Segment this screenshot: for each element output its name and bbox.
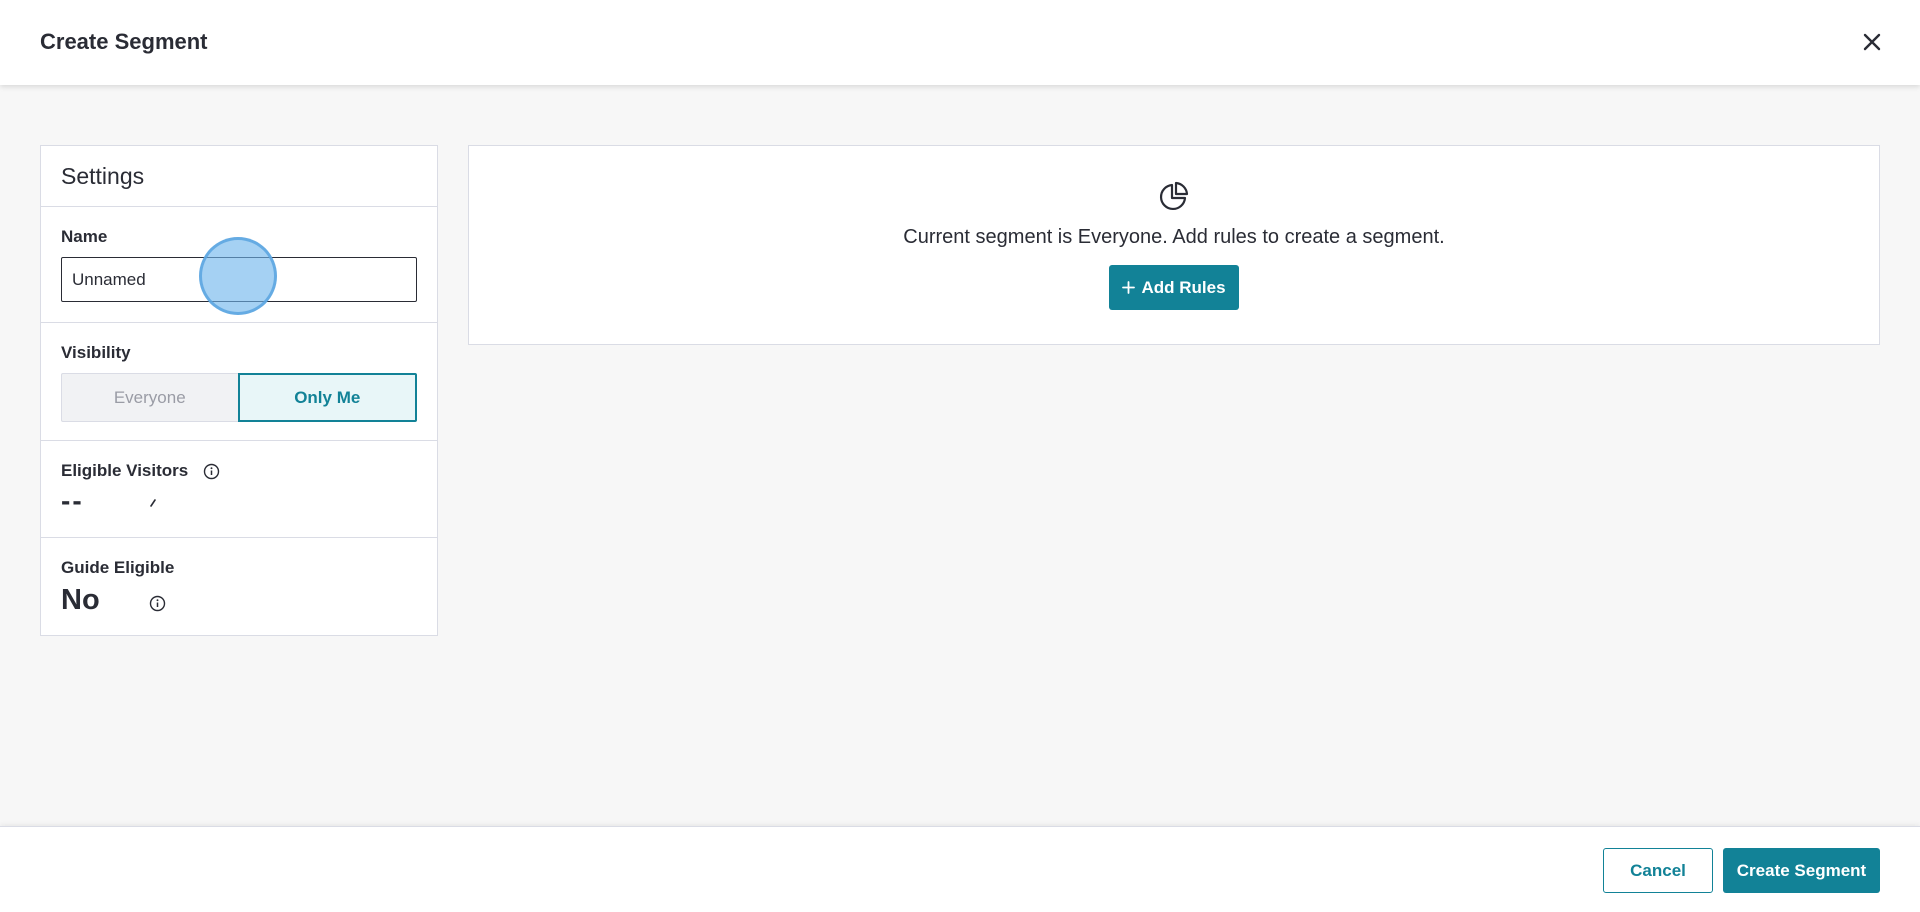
- loading-spinner-icon: [150, 499, 156, 507]
- guide-eligible-value: No: [61, 584, 100, 616]
- visibility-option-everyone[interactable]: Everyone: [61, 373, 238, 422]
- guide-eligible-label: Guide Eligible: [61, 558, 175, 577]
- rules-panel: Current segment is Everyone. Add rules t…: [468, 145, 1880, 345]
- eligible-visitors-label: Eligible Visitors: [61, 461, 189, 480]
- modal-footer: Cancel Create Segment: [0, 826, 1920, 912]
- cancel-button[interactable]: Cancel: [1603, 848, 1713, 893]
- modal-header: Create Segment: [0, 0, 1920, 85]
- guide-eligible-section: Guide Eligible No: [41, 538, 437, 634]
- eligible-visitors-section: Eligible Visitors --: [41, 441, 437, 538]
- visibility-section: Visibility Everyone Only Me: [41, 323, 437, 441]
- visibility-option-only-me[interactable]: Only Me: [237, 373, 417, 422]
- settings-panel: Settings Name Visibility Everyone Only M…: [40, 145, 438, 636]
- settings-title: Settings: [41, 146, 437, 207]
- add-rules-label: Add Rules: [1141, 277, 1226, 297]
- name-label: Name: [61, 227, 108, 246]
- info-icon[interactable]: [203, 463, 220, 480]
- info-icon[interactable]: [149, 595, 166, 612]
- page-title: Create Segment: [40, 29, 208, 54]
- plus-icon: [1122, 281, 1136, 294]
- name-section: Name: [41, 207, 437, 323]
- empty-rules-message: Current segment is Everyone. Add rules t…: [903, 226, 1445, 248]
- visibility-label: Visibility: [61, 343, 131, 362]
- name-input[interactable]: [61, 257, 417, 302]
- visibility-toggle: Everyone Only Me: [61, 373, 417, 422]
- close-icon: [1863, 33, 1881, 51]
- add-rules-button[interactable]: Add Rules: [1109, 265, 1239, 310]
- create-segment-button[interactable]: Create Segment: [1723, 848, 1880, 893]
- close-button[interactable]: [1858, 28, 1886, 56]
- eligible-visitors-heading: Eligible Visitors: [61, 461, 220, 481]
- eligible-visitors-value: --: [61, 485, 84, 516]
- pie-chart-icon: [1159, 181, 1189, 211]
